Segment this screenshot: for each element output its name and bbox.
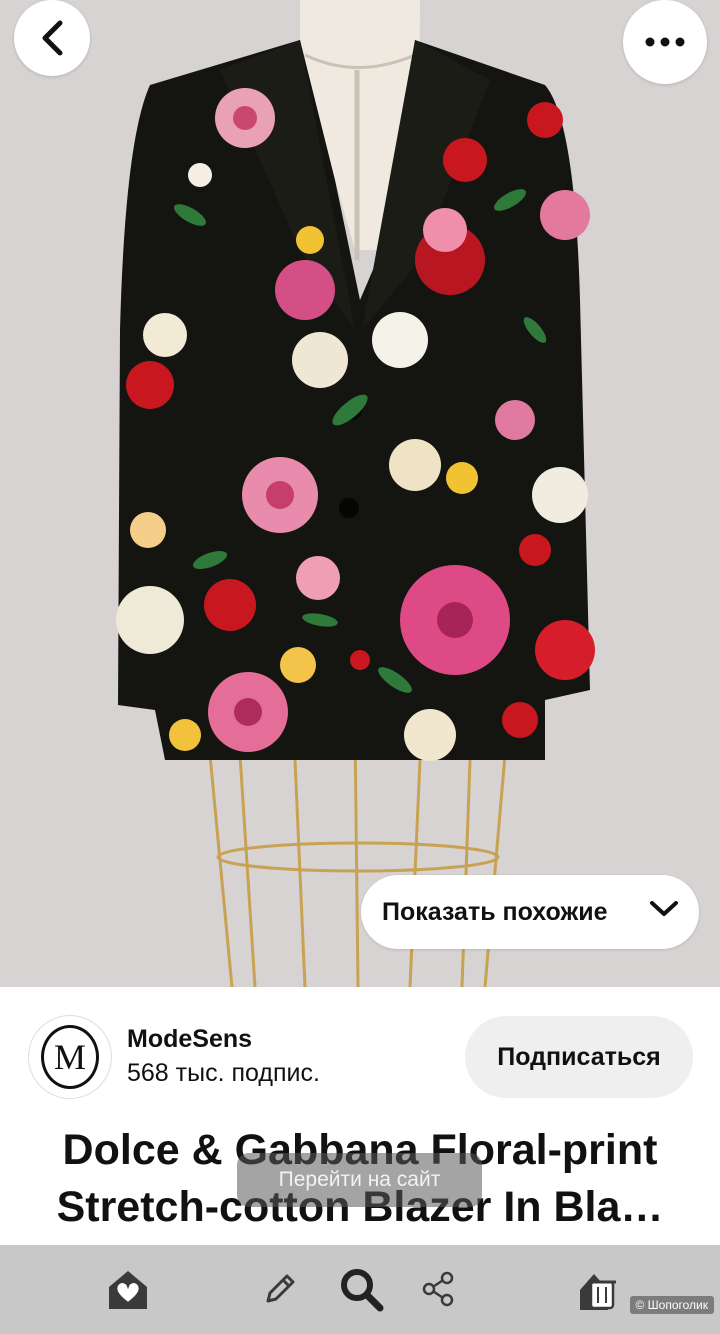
share-button[interactable] — [410, 1261, 466, 1317]
home-heart-button[interactable] — [100, 1261, 156, 1317]
pencil-icon — [266, 1274, 295, 1303]
ellipsis-icon — [645, 37, 685, 47]
edit-button[interactable] — [252, 1261, 308, 1317]
watermark: © Шопоголик — [629, 1296, 714, 1314]
blazer-illustration — [116, 0, 595, 987]
more-options-button[interactable] — [623, 0, 707, 84]
pin-image[interactable] — [0, 0, 720, 987]
trash-icon — [580, 1274, 616, 1310]
search-button[interactable] — [333, 1261, 389, 1317]
follower-count: 568 тыс. подпис. — [127, 1059, 320, 1087]
visit-site-button[interactable]: Перейти на сайт — [237, 1153, 482, 1207]
author-avatar[interactable]: M — [28, 1015, 112, 1099]
bottom-toolbar: © Шопоголик — [0, 1245, 720, 1334]
show-similar-label: Показать похожие — [382, 897, 608, 926]
author-name[interactable]: ModeSens — [127, 1025, 252, 1054]
avatar-letter: M — [41, 1025, 99, 1089]
search-icon — [341, 1269, 384, 1312]
chevron-left-icon — [42, 20, 63, 56]
subscribe-button[interactable]: Подписаться — [465, 1016, 693, 1098]
show-similar-button[interactable]: Показать похожие — [361, 875, 699, 949]
delete-button[interactable] — [570, 1261, 626, 1317]
home-heart-icon — [109, 1271, 147, 1309]
share-icon — [422, 1271, 454, 1307]
chevron-down-icon — [650, 901, 678, 916]
back-button[interactable] — [14, 0, 90, 76]
